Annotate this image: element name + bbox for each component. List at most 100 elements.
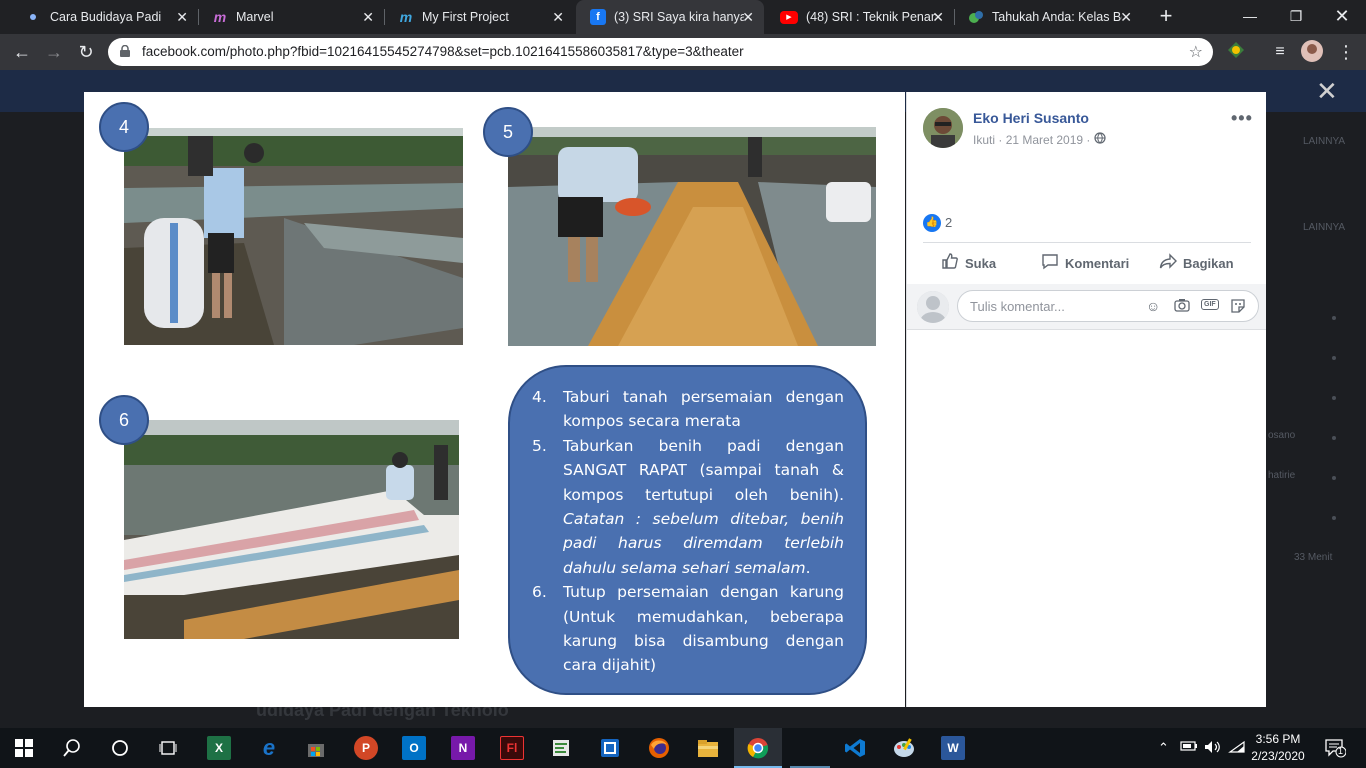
windows-start-icon[interactable] [12, 736, 36, 760]
cortana-icon[interactable] [108, 736, 132, 760]
sidebar-label: LAINNYA [1303, 222, 1346, 233]
media-control-icon[interactable]: ≡ [1268, 40, 1292, 64]
step-badge: 4 [99, 102, 149, 152]
system-clock[interactable]: 3:56 PM 2/23/2020 [1248, 731, 1308, 765]
flash-icon[interactable]: Fl [500, 736, 524, 760]
more-options-icon[interactable]: ••• [1231, 108, 1253, 129]
photo-step-4 [124, 128, 463, 345]
comment-input[interactable]: Tulis komentar... ☺ GIF [957, 290, 1259, 322]
follow-link[interactable]: Ikuti [973, 133, 995, 147]
author-name-link[interactable]: Eko Heri Susanto [973, 110, 1089, 126]
menu-icon[interactable]: ⋮ [1334, 40, 1358, 64]
item-number: 5. [532, 436, 547, 455]
close-icon[interactable]: ✕ [1316, 78, 1338, 104]
tab-title: Tahukah Anda: Kelas Be [992, 10, 1122, 24]
presence-dot [1332, 516, 1336, 520]
close-icon[interactable]: ✕ [552, 9, 564, 26]
tab-1[interactable]: m Marvel ✕ [198, 0, 384, 34]
word-icon[interactable]: W [941, 736, 965, 760]
comment-button[interactable]: Komentari [1041, 252, 1129, 274]
store-icon[interactable] [304, 736, 328, 760]
tab-5[interactable]: Tahukah Anda: Kelas Be ✕ [954, 0, 1142, 34]
sticker-icon[interactable] [1230, 298, 1246, 317]
clock-time: 3:56 PM [1255, 732, 1301, 746]
paint-icon[interactable] [892, 736, 916, 760]
meta-separator: · [995, 132, 1006, 147]
wifi-icon[interactable] [1228, 740, 1246, 757]
tab-title: (3) SRI Saya kira hanya t [614, 10, 744, 24]
close-icon[interactable]: ✕ [362, 9, 374, 26]
tab-title: Cara Budidaya Padi [50, 10, 162, 24]
edge-icon[interactable]: e [257, 735, 281, 760]
restore-button[interactable]: ❐ [1276, 4, 1316, 28]
explorer-icon[interactable] [696, 736, 720, 760]
new-tab-button[interactable]: + [1154, 4, 1178, 28]
emoji-icon[interactable]: ☺ [1146, 298, 1160, 314]
forward-arrow-icon[interactable]: → [42, 40, 66, 64]
reload-icon[interactable]: ↻ [74, 40, 98, 64]
battery-icon[interactable] [1180, 740, 1198, 755]
app-icon[interactable] [598, 736, 622, 760]
sidebar-label: LAINNYA [1303, 136, 1346, 147]
back-arrow-icon[interactable]: ← [10, 40, 34, 64]
extension-icon[interactable] [1224, 40, 1248, 64]
presence-dot [1332, 476, 1336, 480]
comment-placeholder: Tulis komentar... [970, 299, 1065, 314]
chevron-up-icon[interactable]: ⌃ [1158, 740, 1169, 756]
outlook-icon[interactable]: O [402, 736, 426, 760]
share-button[interactable]: Bagikan [1159, 252, 1234, 274]
star-icon[interactable]: ☆ [1189, 42, 1203, 62]
thumbs-up-icon [941, 252, 959, 275]
tab-3-active[interactable]: f (3) SRI Saya kira hanya t ✕ [576, 0, 764, 34]
minimize-button[interactable]: — [1230, 4, 1270, 28]
presence-dot [1332, 396, 1336, 400]
close-icon[interactable]: ✕ [932, 9, 944, 26]
step-badge: 6 [99, 395, 149, 445]
profile-avatar[interactable] [1300, 40, 1324, 64]
instruction-item-5: 5. Taburkan benih padi dengan SANGAT RAP… [532, 434, 844, 580]
share-label: Bagikan [1183, 255, 1234, 271]
marvel-icon: m [213, 9, 227, 25]
presence-dot [1332, 436, 1336, 440]
post-date-link[interactable]: 21 Maret 2019 [1006, 133, 1083, 147]
vscode-icon[interactable] [843, 736, 867, 760]
firefox-icon[interactable] [647, 736, 671, 760]
excel-icon[interactable]: X [207, 736, 231, 760]
onenote-icon[interactable]: N [451, 736, 475, 760]
like-reaction-icon[interactable]: 👍 [923, 214, 941, 232]
item-number: 4. [532, 388, 547, 406]
task-view-icon[interactable] [156, 736, 180, 760]
close-icon[interactable]: ✕ [742, 9, 754, 26]
search-icon[interactable] [60, 736, 84, 760]
item-number: 6. [532, 583, 547, 602]
chrome-icon[interactable] [746, 736, 770, 760]
post-sidebar: Eko Heri Susanto Ikuti · 21 Maret 2019 ·… [906, 92, 1266, 707]
share-icon [1159, 252, 1177, 275]
presence-dot [1332, 356, 1336, 360]
site-icon [968, 9, 984, 25]
tab-4[interactable]: ▶ (48) SRI : Teknik Penana ✕ [766, 0, 954, 34]
item-note: Catatan : sebelum ditebar, benih padi ha… [563, 510, 844, 577]
address-bar[interactable]: facebook.com/photo.php?fbid=102164155452… [108, 38, 1213, 66]
notepad-icon[interactable] [549, 736, 573, 760]
presence-dot [1332, 316, 1336, 320]
action-center-icon[interactable]: 1 [1324, 738, 1347, 761]
powerpoint-icon[interactable]: P [354, 736, 378, 760]
camera-icon[interactable] [1174, 298, 1190, 315]
photo-viewer[interactable]: 4 5 6 4. Taburi tanah persemaian dengan … [84, 92, 905, 707]
tab-title: (48) SRI : Teknik Penana [806, 10, 936, 24]
volume-icon[interactable] [1204, 740, 1222, 757]
gif-icon[interactable]: GIF [1201, 299, 1219, 310]
like-button[interactable]: Suka [941, 252, 996, 274]
sidebar-label: hatirie [1268, 470, 1296, 481]
tab-2[interactable]: m My First Project ✕ [384, 0, 574, 34]
item-text: Taburkan benih padi dengan SANGAT RAPAT … [563, 436, 844, 504]
tab-0[interactable]: Cara Budidaya Padi ✕ [12, 0, 198, 34]
comment-label: Komentari [1065, 255, 1130, 271]
close-icon[interactable]: ✕ [1120, 9, 1132, 26]
close-icon[interactable]: ✕ [176, 9, 188, 26]
tab-title: Marvel [236, 10, 274, 24]
window-close-button[interactable]: ✕ [1322, 4, 1362, 28]
reaction-count[interactable]: 2 [945, 215, 952, 230]
avatar[interactable] [923, 108, 963, 148]
